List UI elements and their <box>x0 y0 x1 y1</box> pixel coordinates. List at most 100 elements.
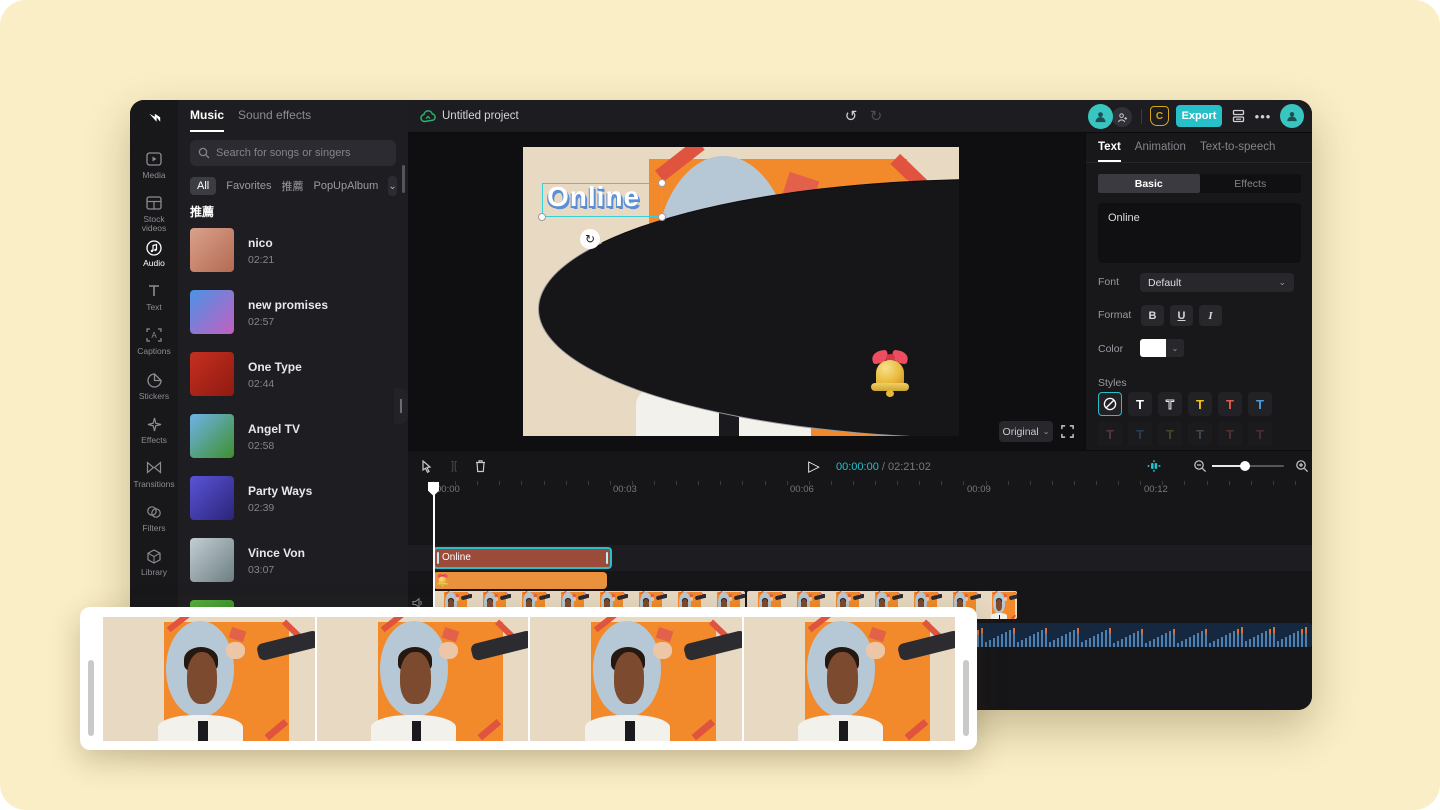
style-color-button[interactable]: T <box>1218 422 1242 446</box>
style-color-button[interactable]: T <box>1188 392 1212 416</box>
sidebar-item-transitions[interactable]: Transitions <box>130 461 178 489</box>
resize-handle[interactable] <box>538 213 546 221</box>
text-clip[interactable]: Online <box>433 547 612 569</box>
style-color-button[interactable]: T <box>1248 392 1272 416</box>
song-item-nico[interactable]: nico02:21 <box>178 228 408 284</box>
zoomed-frame <box>103 617 315 741</box>
trim-handle-right[interactable] <box>963 660 969 736</box>
text-color-swatch[interactable] <box>1140 339 1166 357</box>
sidebar-item-label: Captions <box>130 347 178 356</box>
sidebar-item-stock-videos[interactable]: Stock videos <box>130 196 178 233</box>
select-cursor-icon[interactable] <box>416 456 436 476</box>
cloud-sync-icon[interactable] <box>418 106 438 126</box>
audio-icon <box>130 240 178 257</box>
panel-scrollbar[interactable] <box>402 165 405 193</box>
italic-button[interactable]: I <box>1199 305 1222 326</box>
style-color-button[interactable]: T <box>1098 422 1122 446</box>
tab-animation[interactable]: Animation <box>1135 133 1186 162</box>
style-color-button[interactable]: T <box>1158 422 1182 446</box>
split-clip-icon[interactable]: ][ <box>444 456 464 476</box>
filter-chip--[interactable]: 推薦 <box>281 178 303 194</box>
song-item-vince-von[interactable]: Vince Von03:07 <box>178 538 408 594</box>
account-avatar[interactable] <box>1280 104 1304 128</box>
sidebar-item-audio[interactable]: Audio <box>130 240 178 268</box>
sidebar-item-captions[interactable]: ACaptions <box>130 328 178 356</box>
sidebar-item-filters[interactable]: Filters <box>130 505 178 533</box>
sidebar-item-library[interactable]: Library <box>130 549 178 577</box>
underline-button[interactable]: U <box>1170 305 1193 326</box>
tab-text-to-speech[interactable]: Text-to-speech <box>1200 133 1275 162</box>
tab-music[interactable]: Music <box>190 108 224 132</box>
delete-icon[interactable] <box>470 456 490 476</box>
style-color-button[interactable]: T <box>1188 422 1212 446</box>
style-color-button[interactable]: T <box>1128 392 1152 416</box>
effects-icon <box>130 417 178 434</box>
song-duration: 02:58 <box>248 440 274 452</box>
zoom-out-icon[interactable] <box>1190 456 1210 476</box>
slider-thumb[interactable] <box>1240 461 1250 471</box>
video-preview[interactable]: Online ↻ <box>523 147 959 436</box>
export-button[interactable]: Export <box>1176 105 1222 127</box>
redo-button[interactable]: ↻ <box>866 106 886 126</box>
text-overlay[interactable]: Online <box>547 181 640 213</box>
style-color-button[interactable]: T <box>1218 392 1242 416</box>
song-title: One Type <box>248 360 302 374</box>
filters-expand-icon[interactable]: ⌄ <box>388 176 396 196</box>
sticker-clip[interactable] <box>433 572 607 589</box>
sidebar-item-effects[interactable]: Effects <box>130 417 178 445</box>
tab-effects[interactable]: Effects <box>1200 174 1302 193</box>
song-item-new-promises[interactable]: new promises02:57 <box>178 290 408 346</box>
style-color-button[interactable]: T <box>1128 422 1152 446</box>
trim-handle-left[interactable] <box>88 660 94 736</box>
user-avatar[interactable] <box>1088 104 1113 129</box>
song-title: Party Ways <box>248 484 312 498</box>
ruler-label: 00:12 <box>1144 484 1168 495</box>
album-art <box>190 476 234 520</box>
style-color-button[interactable]: T <box>1248 422 1272 446</box>
color-dropdown-icon[interactable]: ⌄ <box>1166 339 1184 357</box>
song-item-angel-tv[interactable]: Angel TV02:58 <box>178 414 408 470</box>
tab-sound-effects[interactable]: Sound effects <box>238 108 311 132</box>
sidebar-item-stickers[interactable]: Stickers <box>130 373 178 401</box>
sidebar-item-label: Transitions <box>130 480 178 489</box>
rotate-handle-icon[interactable]: ↻ <box>580 229 600 249</box>
snap-magnet-icon[interactable] <box>1144 456 1164 476</box>
timeline-ruler[interactable]: 00:0000:0300:0600:0900:12 <box>408 481 1312 499</box>
more-menu-button[interactable]: ••• <box>1253 106 1273 126</box>
style-none-button[interactable] <box>1098 392 1122 416</box>
font-select[interactable]: Default⌄ <box>1140 273 1294 292</box>
song-item-one-type[interactable]: One Type02:44 <box>178 352 408 408</box>
undo-button[interactable]: ↺ <box>841 106 861 126</box>
sidebar-item-media[interactable]: Media <box>130 152 178 180</box>
filter-chip-popupalbum[interactable]: PopUpAlbum <box>313 180 378 192</box>
project-title[interactable]: Untitled project <box>442 110 519 122</box>
resize-handle[interactable] <box>658 179 666 187</box>
bell-sticker-icon <box>437 574 448 587</box>
search-input[interactable] <box>216 147 386 159</box>
panel-collapse-handle[interactable] <box>394 388 408 424</box>
media-icon <box>130 152 178 169</box>
resize-handle[interactable] <box>658 213 666 221</box>
text-overlay-selection[interactable]: Online <box>542 183 662 217</box>
timeline-zoom-slider[interactable] <box>1212 465 1284 467</box>
tab-basic[interactable]: Basic <box>1098 174 1200 193</box>
invite-collaborator-button[interactable] <box>1112 107 1132 127</box>
bold-button[interactable]: B <box>1141 305 1164 326</box>
export-queue-icon[interactable] <box>1228 106 1248 126</box>
sidebar-item-text[interactable]: Text <box>130 284 178 312</box>
song-item-party-ways[interactable]: Party Ways02:39 <box>178 476 408 532</box>
preview-scale-dropdown[interactable]: Original⌄ <box>999 421 1053 442</box>
creator-badge-icon[interactable]: C <box>1150 106 1169 126</box>
sidebar-item-label: Filters <box>130 524 178 533</box>
filter-chip-all[interactable]: All <box>190 177 216 195</box>
fullscreen-icon[interactable] <box>1060 421 1081 442</box>
text-content-field[interactable]: Online <box>1098 203 1301 263</box>
bell-sticker[interactable] <box>870 351 910 398</box>
style-outline-button[interactable]: T <box>1158 392 1182 416</box>
sidebar-item-label: Stock videos <box>130 215 178 233</box>
play-button[interactable]: ▷ <box>804 456 824 476</box>
filter-chip-favorites[interactable]: Favorites <box>226 180 271 192</box>
zoom-in-icon[interactable] <box>1292 456 1312 476</box>
album-art <box>190 414 234 458</box>
tab-text[interactable]: Text <box>1098 133 1121 162</box>
